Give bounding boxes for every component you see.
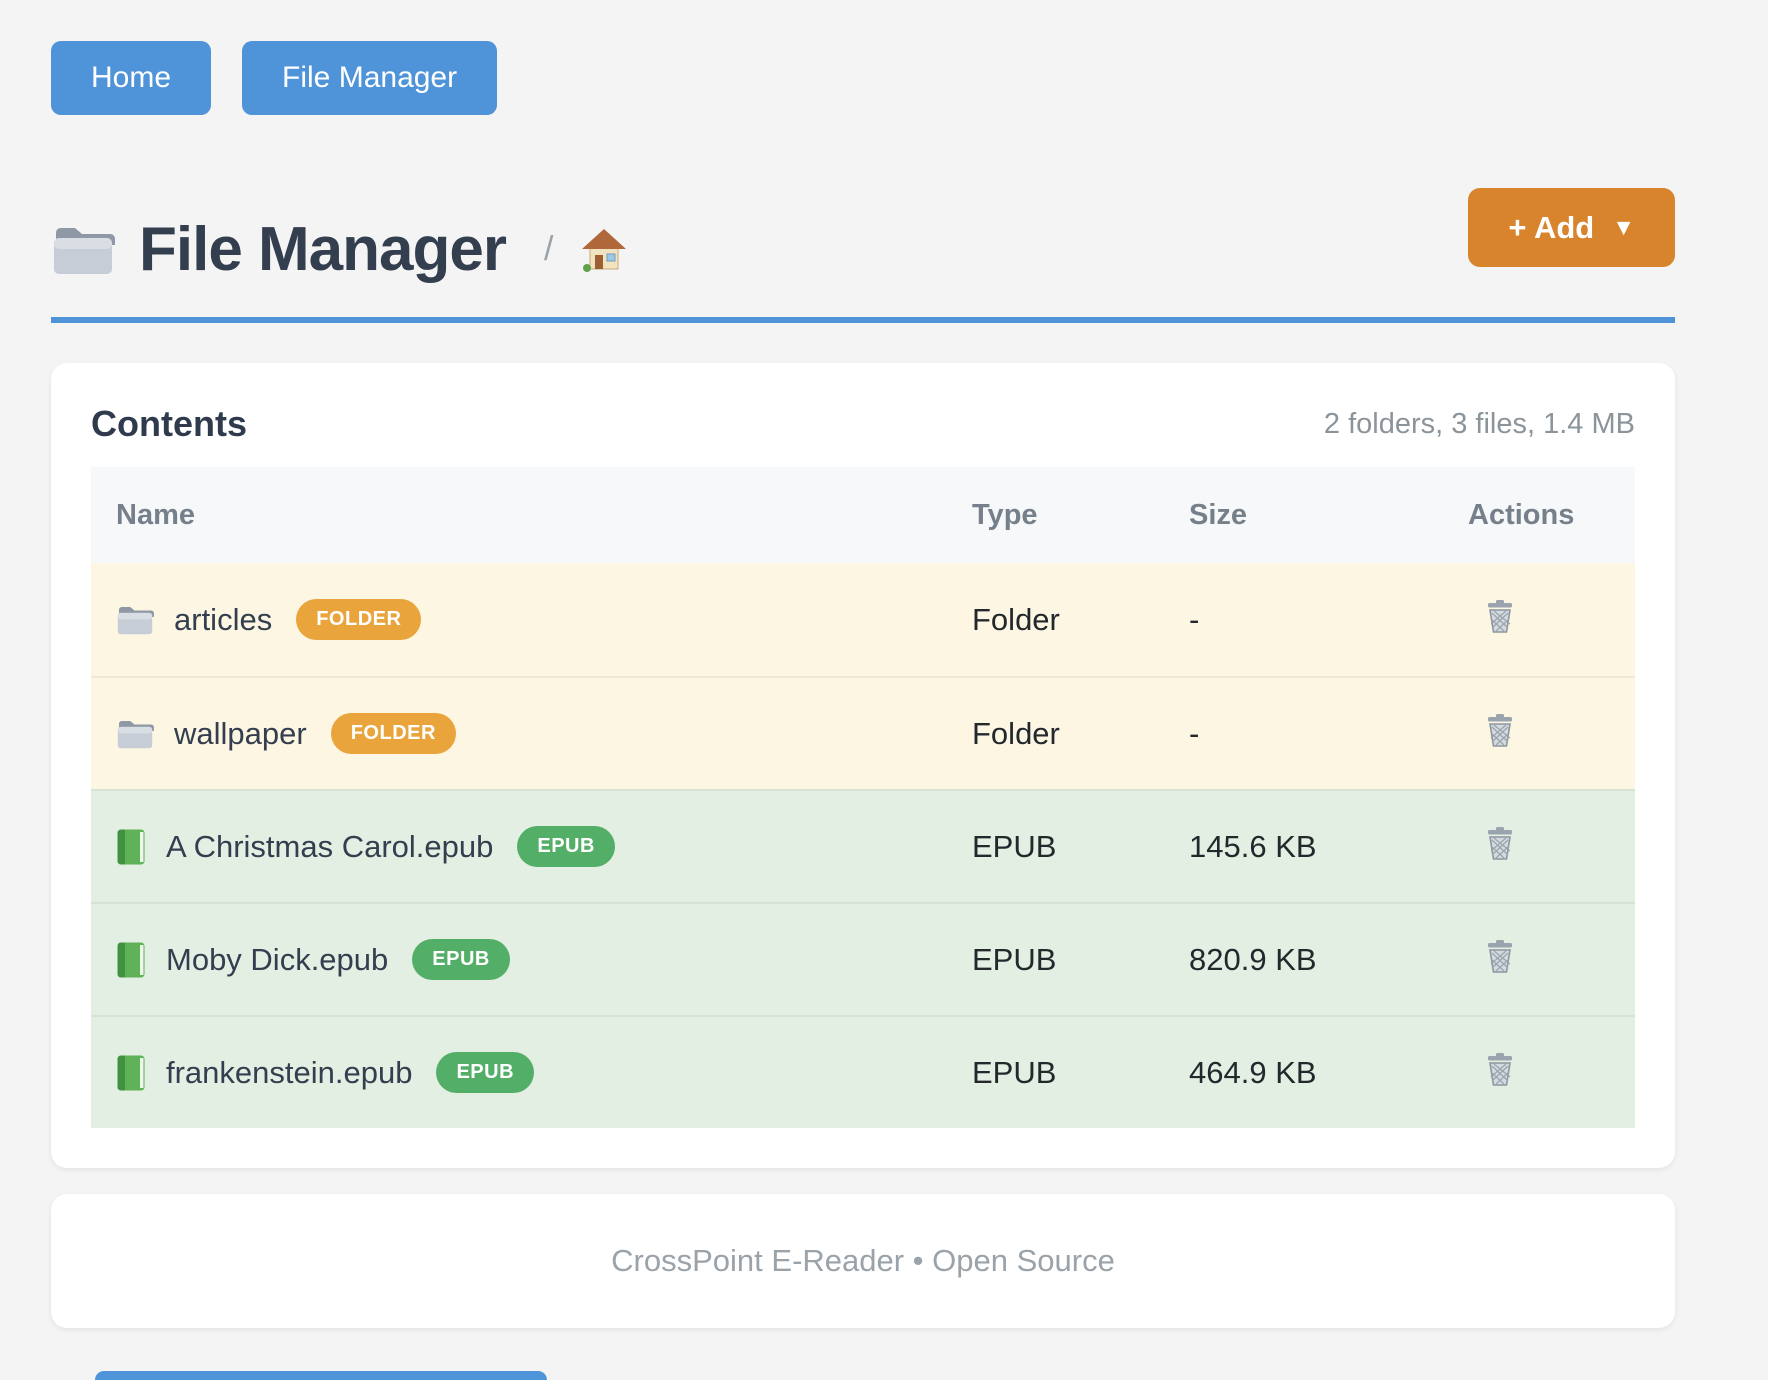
file-name[interactable]: frankenstein.epub (166, 1055, 412, 1091)
table-row[interactable]: A Christmas Carol.epub EPUB EPUB 145.6 K… (91, 789, 1635, 902)
add-button[interactable]: + Add ▼ (1468, 188, 1675, 267)
column-header-type: Type (972, 499, 1189, 532)
card-header: Contents 2 folders, 3 files, 1.4 MB (91, 403, 1635, 445)
table-header-row: Name Type Size Actions (91, 467, 1635, 563)
add-button-label: + Add (1508, 210, 1594, 246)
trash-icon[interactable] (1484, 1051, 1516, 1087)
name-cell: articles FOLDER (116, 599, 972, 640)
type-cell: Folder (972, 716, 1189, 752)
actions-cell (1468, 938, 1610, 982)
type-badge: EPUB (436, 1052, 534, 1093)
footer: CrossPoint E-Reader • Open Source (51, 1194, 1675, 1328)
type-badge: FOLDER (296, 599, 421, 640)
page-title: File Manager (139, 214, 506, 285)
folder-icon (51, 223, 115, 277)
contents-card: Contents 2 folders, 3 files, 1.4 MB Name… (51, 363, 1675, 1168)
nav-home-button[interactable]: Home (51, 41, 211, 115)
page: Home File Manager File Manager / (0, 0, 1768, 1328)
column-header-size: Size (1189, 499, 1468, 532)
file-name[interactable]: wallpaper (174, 716, 307, 752)
type-cell: Folder (972, 602, 1189, 638)
contents-table: Name Type Size Actions articles FOLDER F… (91, 467, 1635, 1128)
file-name[interactable]: A Christmas Carol.epub (166, 829, 493, 865)
book-icon (116, 828, 146, 866)
caret-down-icon: ▼ (1612, 214, 1635, 241)
size-cell: - (1189, 602, 1468, 638)
home-icon[interactable] (581, 227, 627, 273)
name-cell: frankenstein.epub EPUB (116, 1052, 972, 1093)
title-group: File Manager / (51, 188, 627, 285)
footer-text: CrossPoint E-Reader • Open Source (611, 1243, 1115, 1279)
book-icon (116, 941, 146, 979)
name-cell: Moby Dick.epub EPUB (116, 939, 972, 980)
column-header-actions: Actions (1468, 499, 1610, 532)
name-cell: A Christmas Carol.epub EPUB (116, 826, 972, 867)
table-row[interactable]: frankenstein.epub EPUB EPUB 464.9 KB (91, 1015, 1635, 1128)
trash-icon[interactable] (1484, 938, 1516, 974)
actions-cell (1468, 712, 1610, 756)
actions-cell (1468, 598, 1610, 642)
actions-cell (1468, 1051, 1610, 1095)
type-badge: EPUB (412, 939, 510, 980)
size-cell: 820.9 KB (1189, 942, 1468, 978)
breadcrumb-separator: / (544, 230, 553, 269)
trash-icon[interactable] (1484, 712, 1516, 748)
type-badge: EPUB (517, 826, 615, 867)
column-header-name: Name (116, 499, 972, 532)
file-name[interactable]: articles (174, 602, 272, 638)
table-body: articles FOLDER Folder - (91, 563, 1635, 1128)
table-row[interactable]: wallpaper FOLDER Folder - (91, 676, 1635, 789)
size-cell: 145.6 KB (1189, 829, 1468, 865)
trash-icon[interactable] (1484, 598, 1516, 634)
trash-icon[interactable] (1484, 825, 1516, 861)
top-nav: Home File Manager (51, 41, 1675, 115)
table-row[interactable]: articles FOLDER Folder - (91, 563, 1635, 676)
type-cell: EPUB (972, 942, 1189, 978)
type-cell: EPUB (972, 829, 1189, 865)
contents-summary: 2 folders, 3 files, 1.4 MB (1324, 408, 1635, 441)
type-cell: EPUB (972, 1055, 1189, 1091)
page-header: File Manager / + Add ▼ (51, 188, 1675, 285)
title-divider (51, 317, 1675, 323)
nav-file-manager-button[interactable]: File Manager (242, 41, 497, 115)
file-name[interactable]: Moby Dick.epub (166, 942, 388, 978)
book-icon (116, 1054, 146, 1092)
folder-icon (116, 604, 154, 636)
size-cell: - (1189, 716, 1468, 752)
type-badge: FOLDER (331, 713, 456, 754)
name-cell: wallpaper FOLDER (116, 713, 972, 754)
actions-cell (1468, 825, 1610, 869)
clipped-blue-element (95, 1371, 547, 1380)
size-cell: 464.9 KB (1189, 1055, 1468, 1091)
folder-icon (116, 718, 154, 750)
table-row[interactable]: Moby Dick.epub EPUB EPUB 820.9 KB (91, 902, 1635, 1015)
contents-heading: Contents (91, 403, 247, 445)
